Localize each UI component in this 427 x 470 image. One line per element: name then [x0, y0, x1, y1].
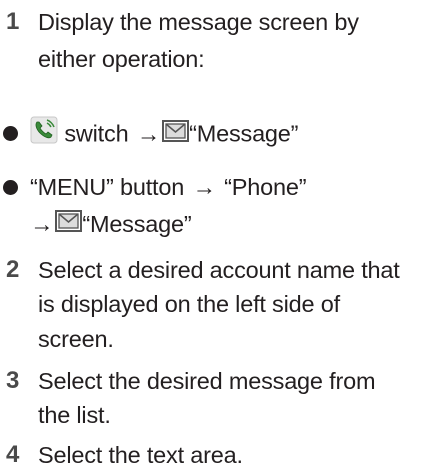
step-4-text-line-1: Select the text area.	[38, 442, 243, 468]
bullet-1-marker	[3, 126, 18, 141]
bullet-2-text-line-2: → “Message”	[30, 209, 192, 241]
bullet-2-arrow-1: →	[192, 174, 216, 200]
bullet-1-switch-text: switch	[64, 120, 129, 147]
bullet-2-menu-text: “MENU” button	[30, 174, 185, 200]
step-3-text-line-1: Select the desired message from	[38, 368, 376, 394]
bullet-2-message-label: “Message”	[82, 211, 192, 237]
bullet-1-message-label: “Message”	[189, 120, 299, 147]
bullet-2-arrow-2: →	[30, 211, 54, 237]
step-1-text-line-2: either operation:	[38, 46, 205, 72]
step-3-text-line-2: the list.	[38, 402, 111, 428]
bullet-2-phone-text: “Phone”	[224, 174, 307, 200]
step-2-text-line-2: is displayed on the left side of	[38, 291, 340, 317]
step-3-number: 3	[6, 367, 20, 394]
bullet-2-text-line-1: “MENU” button → “Phone”	[30, 172, 307, 202]
bullet-1-text: switch → “Message”	[30, 116, 299, 153]
step-4-number: 4	[6, 441, 20, 468]
phone-switch-icon	[30, 116, 58, 151]
bullet-2-marker	[3, 180, 18, 195]
bullet-1-arrow: →	[136, 120, 161, 147]
message-envelope-icon	[55, 209, 83, 239]
step-2-text-line-3: screen.	[38, 326, 114, 352]
step-1-text-line-1: Display the message screen by	[38, 9, 359, 35]
step-1-number: 1	[6, 8, 20, 35]
message-envelope-icon	[162, 119, 190, 149]
step-2-text-line-1: Select a desired account name that	[38, 257, 400, 283]
step-2-number: 2	[6, 256, 20, 283]
instruction-page: 1 Display the message screen by either o…	[0, 0, 427, 470]
